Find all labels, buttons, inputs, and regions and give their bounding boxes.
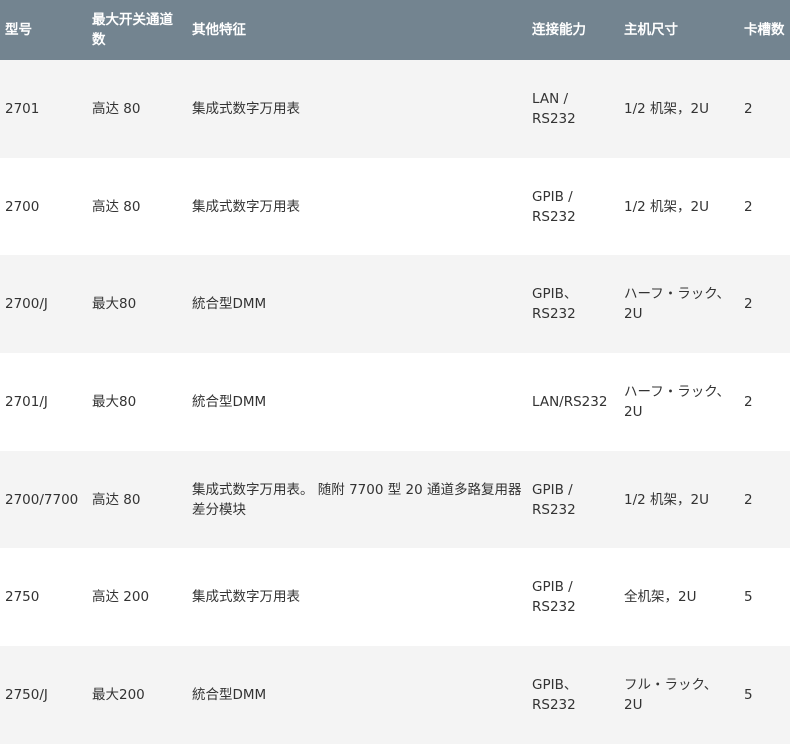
cell-card-slots: 2 (744, 393, 753, 410)
table-row: 2700 高达 80 集成式数字万用表 GPIB / RS232 1/2 机架，… (0, 157, 790, 256)
table-row: 2701/J 最大80 統合型DMM LAN/RS232 ハーフ・ラック、2U … (0, 353, 790, 451)
table-header: 型号 最大开关通道数 其他特征 连接能力 主机尺寸 卡槽数 (0, 0, 790, 60)
cell-max-channels: 最大80 (92, 393, 137, 410)
header-connectivity: 连接能力 (527, 0, 619, 60)
table-row: 2701 高达 80 集成式数字万用表 LAN / RS232 1/2 机架，2… (0, 60, 790, 158)
cell-connectivity: GPIB、 RS232 (532, 676, 578, 713)
cell-mainframe-size: 1/2 机架，2U (624, 198, 709, 215)
header-max-channels: 最大开关通道数 (87, 0, 187, 60)
table-row: 2700/J 最大80 統合型DMM GPIB、 RS232 ハーフ・ラック、2… (0, 255, 790, 354)
cell-max-channels: 最大200 (92, 686, 145, 703)
cell-mainframe-size: ハーフ・ラック、2U (624, 383, 730, 420)
cell-max-channels: 最大80 (92, 296, 137, 313)
cell-max-channels: 高达 80 (92, 100, 141, 117)
cell-card-slots: 5 (744, 589, 753, 606)
header-card-slots: 卡槽数 (739, 0, 790, 60)
spec-table: 型号 最大开关通道数 其他特征 连接能力 主机尺寸 卡槽数 2701 高达 80… (0, 0, 790, 744)
cell-other-features: 集成式数字万用表 (192, 589, 300, 606)
cell-max-channels: 高达 80 (92, 491, 141, 508)
cell-other-features: 集成式数字万用表。 随附 7700 型 20 通道多路复用器差分模块 (192, 481, 522, 518)
cell-model: 2700/7700 (5, 491, 79, 508)
cell-mainframe-size: ハーフ・ラック、2U (624, 286, 730, 323)
cell-other-features: 統合型DMM (192, 296, 267, 313)
table-row: 2700/7700 高达 80 集成式数字万用表。 随附 7700 型 20 通… (0, 450, 790, 549)
cell-card-slots: 5 (744, 686, 753, 703)
cell-connectivity: GPIB、 RS232 (532, 286, 578, 323)
cell-card-slots: 2 (744, 491, 753, 508)
cell-card-slots: 2 (744, 198, 753, 215)
cell-connectivity: GPIB / RS232 (532, 188, 576, 225)
table-row: 2750 高达 200 集成式数字万用表 GPIB / RS232 全机架，2U… (0, 548, 790, 647)
cell-model: 2700/J (5, 296, 48, 313)
cell-connectivity: LAN/RS232 (532, 393, 608, 410)
cell-other-features: 統合型DMM (192, 686, 267, 703)
cell-mainframe-size: 全机架，2U (624, 589, 697, 606)
cell-model: 2750 (5, 589, 40, 606)
header-row: 型号 最大开关通道数 其他特征 连接能力 主机尺寸 卡槽数 (0, 0, 790, 60)
cell-other-features: 集成式数字万用表 (192, 100, 300, 117)
cell-mainframe-size: フル・ラック、2U (624, 676, 718, 713)
header-mainframe-size: 主机尺寸 (619, 0, 739, 60)
cell-card-slots: 2 (744, 296, 753, 313)
table-row: 2750/J 最大200 統合型DMM GPIB、 RS232 フル・ラック、2… (0, 646, 790, 744)
header-model: 型号 (0, 0, 87, 60)
cell-connectivity: GPIB / RS232 (532, 481, 576, 518)
cell-model: 2750/J (5, 686, 48, 703)
cell-connectivity: GPIB / RS232 (532, 579, 576, 616)
cell-other-features: 集成式数字万用表 (192, 198, 300, 215)
cell-card-slots: 2 (744, 100, 753, 117)
cell-model: 2701/J (5, 393, 48, 410)
cell-max-channels: 高达 80 (92, 198, 141, 215)
cell-connectivity: LAN / RS232 (532, 90, 576, 127)
cell-model: 2700 (5, 198, 40, 215)
cell-max-channels: 高达 200 (92, 589, 150, 606)
cell-mainframe-size: 1/2 机架，2U (624, 491, 709, 508)
table-body: 2701 高达 80 集成式数字万用表 LAN / RS232 1/2 机架，2… (0, 60, 790, 744)
cell-other-features: 統合型DMM (192, 393, 267, 410)
header-other-features: 其他特征 (187, 0, 527, 60)
cell-mainframe-size: 1/2 机架，2U (624, 100, 709, 117)
cell-model: 2701 (5, 100, 40, 117)
